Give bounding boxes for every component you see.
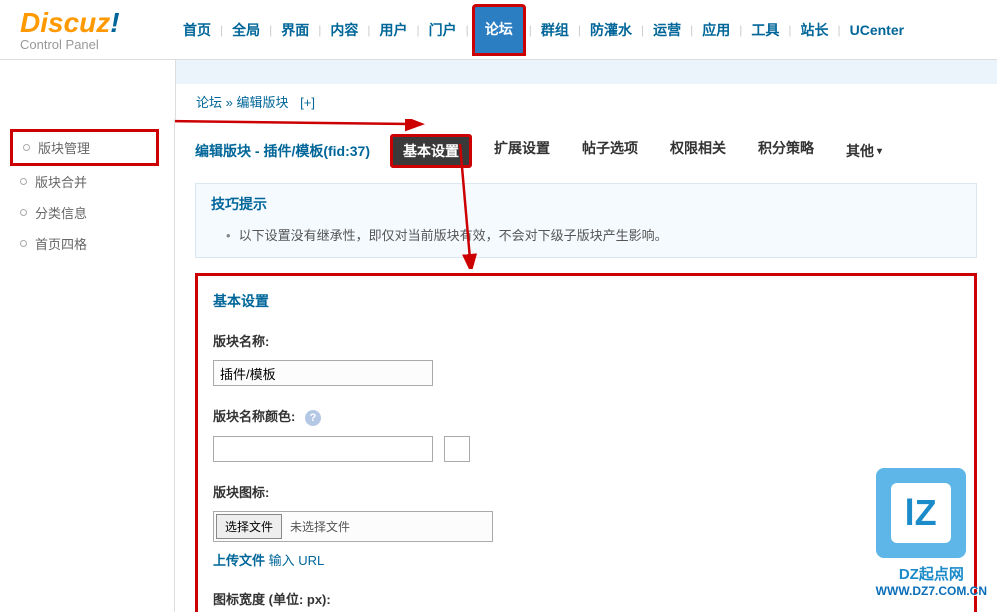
tab-其他[interactable]: 其他▾ <box>836 134 892 168</box>
nav-应用[interactable]: 应用 <box>696 12 736 48</box>
label-forum-name: 版块名称: <box>213 331 959 350</box>
chevron-down-icon: ▾ <box>877 146 882 157</box>
nav-门户[interactable]: 门户 <box>423 12 463 48</box>
nav-防灌水[interactable]: 防灌水 <box>584 12 638 48</box>
label-name-color: 版块名称颜色: ? <box>213 406 959 426</box>
watermark: lZ DZ起点网 WWW.DZ7.COM.CN <box>876 468 987 598</box>
top-nav: 首页|全局|界面|内容|用户|门户|论坛|群组|防灌水|运营|应用|工具|站长|… <box>175 0 912 60</box>
section-title: 基本设置 <box>213 291 959 311</box>
bullet-icon <box>20 240 27 247</box>
tips-box: 技巧提示 以下设置没有继承性，即仅对当前版块有效，不会对下级子版块产生影响。 <box>195 183 977 258</box>
breadcrumb-forum[interactable]: 论坛 <box>196 95 222 110</box>
tab-帖子选项[interactable]: 帖子选项 <box>572 134 648 168</box>
logo-excl: ! <box>110 7 119 38</box>
breadcrumb-current: 编辑版块 <box>237 95 289 110</box>
breadcrumb-add[interactable]: [+] <box>300 95 315 110</box>
nav-论坛[interactable]: 论坛 <box>472 4 526 56</box>
tab-基本设置[interactable]: 基本设置 <box>390 134 472 168</box>
bullet-icon <box>20 209 27 216</box>
nav-运营[interactable]: 运营 <box>647 12 687 48</box>
sidebar: 版块管理版块合并分类信息首页四格 <box>0 119 175 612</box>
logo-text: Discuz <box>20 7 110 38</box>
breadcrumb: 论坛 » 编辑版块 [+] <box>175 84 997 119</box>
tips-title: 技巧提示 <box>211 194 961 214</box>
nav-用户[interactable]: 用户 <box>374 12 414 48</box>
label-forum-icon: 版块图标: <box>213 482 959 501</box>
watermark-url: WWW.DZ7.COM.CN <box>876 584 987 598</box>
tips-item: 以下设置没有继承性，即仅对当前版块有效，不会对下级子版块产生影响。 <box>226 222 961 247</box>
color-swatch[interactable] <box>444 436 470 462</box>
main-content: 编辑版块 - 插件/模板(fid:37) 基本设置扩展设置帖子选项权限相关积分策… <box>175 119 997 612</box>
nav-内容[interactable]: 内容 <box>324 12 364 48</box>
help-icon[interactable]: ? <box>305 410 321 426</box>
nav-全局[interactable]: 全局 <box>226 12 266 48</box>
file-status-text: 未选择文件 <box>284 518 350 535</box>
nav-首页[interactable]: 首页 <box>177 12 217 48</box>
upload-file-link[interactable]: 上传文件 <box>213 553 265 568</box>
page-title: 编辑版块 - 插件/模板(fid:37) <box>195 141 370 161</box>
nav-UCenter[interactable]: UCenter <box>844 14 910 46</box>
sidebar-item-版块合并[interactable]: 版块合并 <box>20 166 174 197</box>
file-input-row: 选择文件 未选择文件 <box>213 511 493 542</box>
tab-积分策略[interactable]: 积分策略 <box>748 134 824 168</box>
choose-file-button[interactable]: 选择文件 <box>216 514 282 539</box>
top-bar <box>175 60 997 84</box>
bullet-icon <box>20 178 27 185</box>
sidebar-item-首页四格[interactable]: 首页四格 <box>20 228 174 259</box>
logo: Discuz! Control Panel <box>0 7 175 52</box>
form-basic-settings: 基本设置 版块名称: 版块名称颜色: ? 版块图标: 选择文件 未选 <box>195 273 977 612</box>
input-url-link[interactable]: 输入 URL <box>269 553 325 568</box>
input-name-color[interactable] <box>213 436 433 462</box>
bullet-icon <box>23 144 30 151</box>
tab-权限相关[interactable]: 权限相关 <box>660 134 736 168</box>
nav-工具[interactable]: 工具 <box>745 12 785 48</box>
label-icon-width: 图标宽度 (单位: px): <box>213 589 959 608</box>
watermark-text: DZ起点网 <box>876 563 987 584</box>
tab-扩展设置[interactable]: 扩展设置 <box>484 134 560 168</box>
nav-群组[interactable]: 群组 <box>535 12 575 48</box>
nav-站长[interactable]: 站长 <box>795 12 835 48</box>
sidebar-item-分类信息[interactable]: 分类信息 <box>20 197 174 228</box>
input-forum-name[interactable] <box>213 360 433 386</box>
watermark-logo: lZ <box>891 483 951 543</box>
logo-subtitle: Control Panel <box>20 37 175 52</box>
sidebar-item-版块管理[interactable]: 版块管理 <box>10 129 159 166</box>
nav-界面[interactable]: 界面 <box>275 12 315 48</box>
tabs: 基本设置扩展设置帖子选项权限相关积分策略其他▾ <box>390 134 892 168</box>
